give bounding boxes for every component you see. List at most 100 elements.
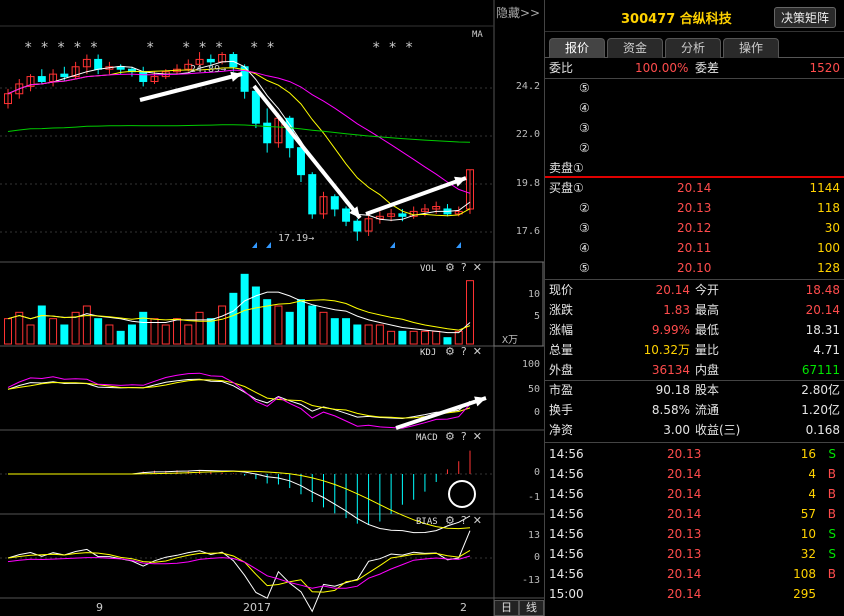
buy-level-row[interactable]: ⑤ 20.10 128 <box>545 258 844 278</box>
tick-volume: 32 <box>800 547 816 561</box>
close-icon[interactable]: ✕ <box>473 514 482 527</box>
tick-volume: 4 <box>808 487 816 501</box>
price-axis-tick: 17.6 <box>515 226 540 237</box>
stat-label: 最低 <box>695 323 720 337</box>
volume-bar <box>353 324 362 345</box>
tick-time: 14:56 <box>549 447 584 461</box>
close-icon[interactable]: ✕ <box>473 261 482 274</box>
kline-chart-area[interactable]: 隐藏>> MA ***** * *** ** *** 24.89→ 17.19→… <box>0 0 544 616</box>
volume-bar <box>229 292 238 345</box>
stat-row: 现价 20.14 今开 18.48 <box>545 280 844 300</box>
period-line-button[interactable]: 线 <box>519 600 544 616</box>
fund-value: 3.00 <box>663 423 690 437</box>
tick-time: 14:56 <box>549 547 584 561</box>
volume-bar <box>330 318 339 345</box>
event-markers[interactable]: *** <box>372 40 421 56</box>
sell-level-row[interactable]: ⑤ <box>545 78 844 98</box>
tick-volume: 16 <box>800 447 816 461</box>
buy-level-row[interactable]: 买盘① 20.14 1144 <box>545 178 844 198</box>
buy-level-volume: 30 <box>824 221 840 235</box>
volume-bar <box>173 318 182 345</box>
gear-icon[interactable]: ⚙ <box>445 345 455 358</box>
help-icon[interactable]: ? <box>461 345 467 358</box>
tick-price: 20.14 <box>667 467 702 481</box>
quote-tabs: 报价 资金 分析 操作 <box>545 36 844 58</box>
price-axis-tick: 24.2 <box>515 81 540 92</box>
buy-level-row[interactable]: ④ 20.11 100 <box>545 238 844 258</box>
help-icon[interactable]: ? <box>461 261 467 274</box>
period-switcher: 日 线 <box>494 600 544 616</box>
volume-bar <box>296 299 305 345</box>
tab-analysis[interactable]: 分析 <box>665 38 721 58</box>
fund-label: 收益(三) <box>695 423 741 437</box>
tick-side: B <box>827 567 836 581</box>
stat-label: 涨跌 <box>549 303 574 317</box>
tick-price: 20.13 <box>667 527 702 541</box>
weibi-value: 100.00% <box>635 61 689 75</box>
tab-funds[interactable]: 资金 <box>607 38 663 58</box>
close-icon[interactable]: ✕ <box>473 345 482 358</box>
tick-time: 15:00 <box>549 587 584 601</box>
hide-panel-button[interactable]: 隐藏>> <box>496 4 540 21</box>
gear-icon[interactable]: ⚙ <box>445 261 455 274</box>
bias-line-1 <box>7 530 471 613</box>
sell-level-row[interactable]: ④ <box>545 98 844 118</box>
sell-level-row[interactable]: ② <box>545 138 844 158</box>
price-axis-tick: 19.8 <box>515 178 540 189</box>
stat-row: 总量 10.32万 量比 4.71 <box>545 340 844 360</box>
event-markers[interactable]: ** <box>250 40 283 56</box>
stat-value: 36134 <box>651 363 690 377</box>
candle-body <box>353 220 362 232</box>
ma5-line <box>7 60 471 221</box>
sell-level-row[interactable]: ③ <box>545 118 844 138</box>
event-markers[interactable]: *** <box>182 40 231 56</box>
decision-matrix-button[interactable]: 决策矩阵 <box>773 7 836 28</box>
volume-bar <box>60 324 69 345</box>
buy-level-label: ② <box>579 201 590 215</box>
stat-value: 1.83 <box>663 303 690 317</box>
volume-bar <box>420 330 429 345</box>
volume-bar <box>342 318 351 345</box>
kdj-axis-tick: 50 <box>527 384 540 395</box>
sell-level-label: ④ <box>579 101 590 115</box>
volume-bar <box>409 330 418 345</box>
vol-axis-tick: 5 <box>533 311 540 322</box>
close-icon[interactable]: ✕ <box>473 430 482 443</box>
stat-row: 外盘 36134 内盘 67111 <box>545 360 844 380</box>
buy-level-volume: 128 <box>817 261 840 275</box>
sell-level-label: ③ <box>579 121 590 135</box>
gear-icon[interactable]: ⚙ <box>445 430 455 443</box>
fund-label: 换手 <box>549 403 574 417</box>
candle-body <box>229 54 238 68</box>
stat-row: 涨幅 9.99% 最低 18.31 <box>545 320 844 340</box>
tab-quote[interactable]: 报价 <box>549 38 605 58</box>
stock-title: 300477 合纵科技 <box>621 12 732 27</box>
event-markers[interactable]: * <box>146 40 162 56</box>
volume-bar <box>206 318 215 345</box>
tick-time: 14:56 <box>549 467 584 481</box>
candle-body <box>330 196 339 210</box>
period-day-button[interactable]: 日 <box>494 600 519 616</box>
candle-body <box>251 90 260 124</box>
fund-value: 1.20亿 <box>801 403 840 417</box>
candle-body <box>398 213 407 217</box>
macd-dea-line <box>8 470 471 530</box>
event-markers[interactable]: ***** <box>24 40 106 56</box>
annotation-arrow-up <box>139 72 243 102</box>
buy-level-row[interactable]: ② 20.13 118 <box>545 198 844 218</box>
volume-bar <box>94 318 103 345</box>
gear-icon[interactable]: ⚙ <box>445 514 455 527</box>
sell-level-row[interactable]: 卖盘① <box>545 158 844 178</box>
tick-volume: 57 <box>800 507 816 521</box>
quote-panel: 300477 合纵科技 决策矩阵 报价 资金 分析 操作 委比 100.00% 委差… <box>544 0 844 616</box>
stat-label: 内盘 <box>695 363 720 377</box>
volume-bar <box>285 311 294 345</box>
help-icon[interactable]: ? <box>461 430 467 443</box>
signal-marker <box>252 242 257 248</box>
candle-body <box>94 58 103 70</box>
tab-operation[interactable]: 操作 <box>723 38 779 58</box>
kdj-panel-tools: ⚙ ? ✕ <box>445 345 482 358</box>
buy-level-row[interactable]: ③ 20.12 30 <box>545 218 844 238</box>
help-icon[interactable]: ? <box>461 514 467 527</box>
volume-bar <box>364 324 373 345</box>
